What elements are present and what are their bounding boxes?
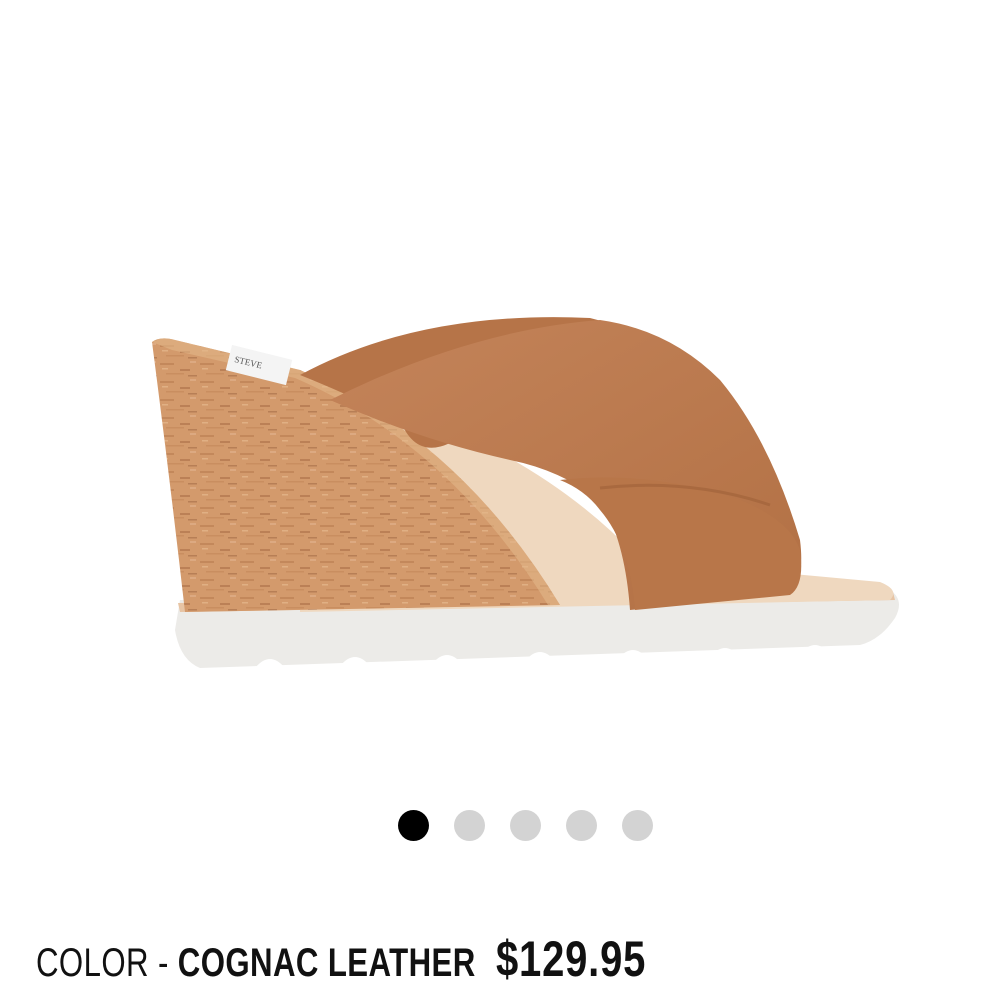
color-prefix: COLOR -: [36, 941, 178, 985]
carousel-dot-2[interactable]: [453, 809, 485, 841]
carousel-dots: [0, 809, 1000, 841]
color-value: COGNAC LEATHER: [177, 941, 476, 985]
carousel-dot-4[interactable]: [565, 809, 597, 841]
product-image[interactable]: STEVE: [0, 0, 1000, 780]
color-label: COLOR - COGNAC LEATHER: [36, 941, 476, 986]
product-price: $129.95: [496, 931, 647, 987]
color-info: COLOR - COGNAC LEATHER: [36, 941, 496, 986]
carousel-dot-1[interactable]: [397, 809, 429, 841]
product-page: STEVE COLOR - COGNAC LEATHER $129.95: [0, 0, 1000, 1000]
product-info: COLOR - COGNAC LEATHER $129.95: [36, 930, 684, 990]
carousel-dot-3[interactable]: [509, 809, 541, 841]
carousel-dot-5[interactable]: [621, 809, 653, 841]
